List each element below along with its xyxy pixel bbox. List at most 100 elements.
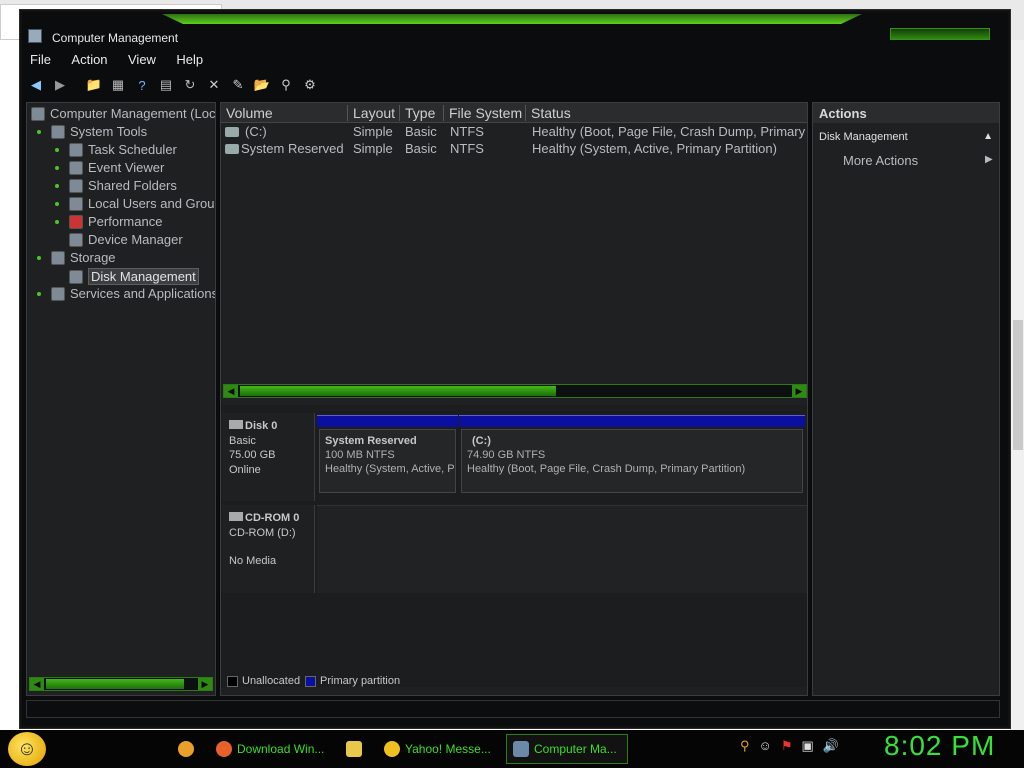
scroll-thumb[interactable] [240,386,556,396]
volume-row[interactable]: (C:) Simple Basic NTFS Healthy (Boot, Pa… [221,124,807,141]
settings-icon[interactable]: ⚙ [300,76,320,94]
tree-storage[interactable]: Storage [37,250,116,265]
expander-dot[interactable] [55,166,59,170]
services-icon [51,286,65,301]
clock[interactable]: 8:02 PM [884,730,995,762]
column-volume[interactable]: Volume [221,105,347,121]
tree-event-viewer[interactable]: Event Viewer [55,160,164,175]
column-layout[interactable]: Layout [347,105,399,121]
scroll-left-arrow-icon[interactable]: ◀ [224,385,238,397]
messenger-tray-icon[interactable]: ☺ [759,738,772,754]
forward-icon[interactable]: ▶ [50,76,70,94]
menu-file[interactable]: File [22,50,59,69]
taskbar-explorer[interactable] [340,734,368,764]
computer-management-window: Computer Management File Action View Hel… [20,10,1010,728]
folder-up-icon[interactable]: 📁 [84,76,104,94]
drive-icon [225,144,239,154]
tree-device-manager[interactable]: Device Manager [69,232,183,247]
partition-size: 100 MB NTFS [325,449,395,461]
search-icon[interactable]: ⚲ [740,738,750,754]
open-icon[interactable]: 📂 [252,76,272,94]
expander-dot[interactable] [37,130,41,134]
hard-disk-icon [229,420,243,429]
column-file-system[interactable]: File System [443,105,525,121]
start-button[interactable]: ☺ [8,732,46,766]
partition-system-reserved[interactable]: System Reserved 100 MB NTFS Healthy (Sys… [319,429,456,493]
wizard-icon[interactable]: ✎ [228,76,248,94]
tree-system-tools[interactable]: System Tools [37,124,147,139]
tools-icon [51,124,65,139]
expander-dot[interactable] [55,220,59,224]
scroll-right-arrow-icon[interactable]: ▶ [792,385,806,397]
title-bar-glow [162,14,862,24]
collapse-up-icon[interactable]: ▲ [983,131,993,142]
properties-icon[interactable]: ▤ [156,76,176,94]
expander-dot[interactable] [37,292,41,296]
partition-c[interactable]: (C:) 74.90 GB NTFS Healthy (Boot, Page F… [461,429,803,493]
volume-icon[interactable]: 🔊 [823,738,839,754]
help-icon[interactable]: ? [132,76,152,94]
flag-icon[interactable]: ⚑ [781,738,793,754]
legend: Unallocated Primary partition [221,669,807,693]
menu-action[interactable]: Action [63,50,115,69]
background-scrollbar-thumb[interactable] [1013,320,1023,450]
volume-name: (C:) [245,124,267,139]
show-hide-tree-icon[interactable]: ▦ [108,76,128,94]
menu-help[interactable]: Help [168,50,211,69]
tree-root[interactable]: Computer Management (Loc [31,106,215,121]
search-icon[interactable]: ⚲ [276,76,296,94]
partition-status: Healthy (System, Active, P [325,463,455,475]
back-icon[interactable]: ◀ [26,76,46,94]
taskbar-chrome[interactable] [172,734,200,764]
volume-file-system: NTFS [450,141,484,156]
tree-local-users[interactable]: Local Users and Grou [55,196,214,211]
tree-performance[interactable]: Performance [55,214,162,229]
volume-list-horizontal-scrollbar[interactable]: ◀ ▶ [223,384,807,398]
expander-dot[interactable] [37,256,41,260]
expander-dot[interactable] [55,184,59,188]
taskbar: ☺ Download Win... Yahoo! Messe... Comput… [0,730,1024,768]
title-bar[interactable]: Computer Management [22,12,1008,48]
disk-0-size: 75.00 GB [229,449,276,461]
disk-0-name-text: Disk 0 [245,420,278,432]
computer-management-icon [513,741,529,757]
window-controls[interactable] [890,28,990,40]
refresh-icon[interactable]: ↻ [180,76,200,94]
column-type[interactable]: Type [399,105,443,121]
unallocated-swatch [227,675,238,687]
actions-section-disk-management[interactable]: Disk Management ▲ [813,129,999,147]
legend-primary: Primary partition [305,675,400,687]
menu-view[interactable]: View [120,50,164,69]
scroll-left-arrow-icon[interactable]: ◀ [30,678,44,690]
legend-primary-label: Primary partition [320,675,401,687]
scroll-right-arrow-icon[interactable]: ▶ [198,678,212,690]
volume-row[interactable]: System Reserved Simple Basic NTFS Health… [221,141,807,158]
disk-0-label[interactable]: Disk 0 Basic 75.00 GB Online [221,413,315,501]
disk-0-state: Online [229,463,261,476]
delete-icon[interactable]: ✕ [204,76,224,94]
taskbar-computer-management[interactable]: Computer Ma... [506,734,628,764]
taskbar-computer-management-label: Computer Ma... [534,742,617,756]
cdrom-0-area[interactable] [317,505,807,593]
expander-dot[interactable] [55,148,59,152]
volume-list-header: Volume Layout Type File System Status [221,103,807,123]
background-scrollbar[interactable] [1010,40,1024,730]
expander-dot[interactable] [55,202,59,206]
tree-disk-management[interactable]: Disk Management [69,268,199,285]
tree-services[interactable]: Services and Applications [37,286,215,301]
storage-icon [51,250,65,265]
network-icon[interactable]: ▣ [801,738,813,754]
scroll-thumb[interactable] [46,679,184,689]
volume-layout: Simple [353,141,393,156]
taskbar-firefox[interactable]: Download Win... [210,734,330,764]
disk-0-name: Disk 0 [229,419,306,434]
more-actions[interactable]: More Actions ▶ [843,153,993,168]
cdrom-0-label[interactable]: CD-ROM 0 CD-ROM (D:) No Media [221,505,315,593]
taskbar-yahoo-messenger[interactable]: Yahoo! Messe... [378,734,498,764]
tree-shared-folders[interactable]: Shared Folders [55,178,177,193]
volume-status: Healthy (Boot, Page File, Crash Dump, Pr… [532,124,806,139]
column-status[interactable]: Status [525,105,807,121]
tree-task-scheduler[interactable]: Task Scheduler [55,142,177,157]
tree-horizontal-scrollbar[interactable]: ◀ ▶ [29,677,213,691]
